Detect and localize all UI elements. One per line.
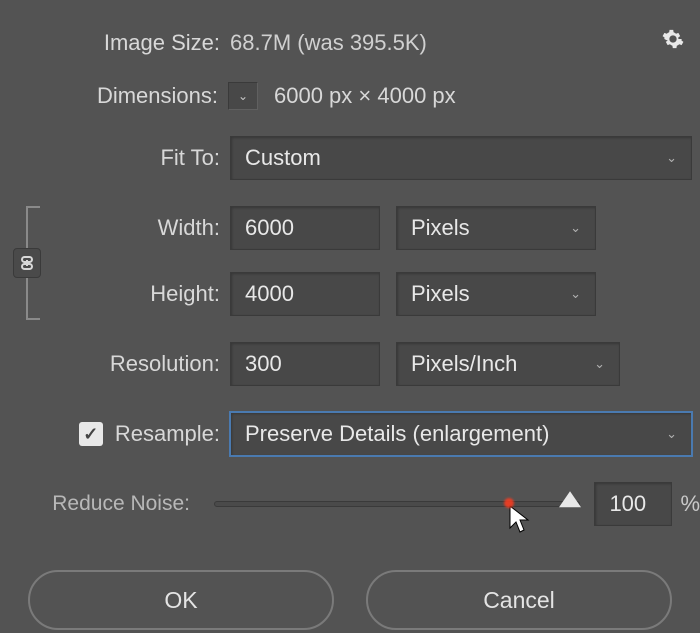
- resolution-unit-dropdown[interactable]: Pixels/Inch ⌄: [396, 342, 620, 386]
- width-value: 6000: [245, 215, 294, 241]
- height-field[interactable]: 4000: [230, 272, 380, 316]
- percent-sign: %: [680, 491, 700, 517]
- cancel-label: Cancel: [483, 587, 555, 614]
- resample-checkbox[interactable]: ✓: [79, 422, 103, 446]
- height-value: 4000: [245, 281, 294, 307]
- triangle-thumb-icon[interactable]: [559, 491, 581, 507]
- chevron-down-icon: ⌄: [570, 220, 581, 236]
- height-label: Height:: [65, 281, 230, 307]
- cancel-button[interactable]: Cancel: [366, 570, 672, 630]
- resolution-value: 300: [245, 351, 282, 377]
- constrain-bracket: [26, 206, 40, 320]
- width-label: Width:: [65, 215, 230, 241]
- ok-label: OK: [164, 587, 197, 614]
- fit-to-label: Fit To:: [0, 145, 230, 171]
- chevron-down-icon: ⌄: [594, 356, 605, 372]
- reduce-noise-slider[interactable]: [214, 501, 580, 507]
- resolution-field[interactable]: 300: [230, 342, 380, 386]
- width-unit-dropdown[interactable]: Pixels ⌄: [396, 206, 596, 250]
- image-size-label: Image Size:: [0, 30, 230, 56]
- image-size-value: 68.7M (was 395.5K): [230, 30, 427, 56]
- width-unit-value: Pixels: [411, 215, 470, 241]
- chevron-down-icon: ⌄: [570, 286, 581, 302]
- reduce-noise-field[interactable]: 100: [594, 482, 672, 526]
- height-unit-value: Pixels: [411, 281, 470, 307]
- reduce-noise-value: 100: [609, 491, 646, 517]
- ok-button[interactable]: OK: [28, 570, 334, 630]
- fit-to-value: Custom: [245, 145, 321, 171]
- resolution-unit-value: Pixels/Inch: [411, 351, 517, 377]
- height-unit-dropdown[interactable]: Pixels ⌄: [396, 272, 596, 316]
- settings-gear-icon[interactable]: [662, 28, 684, 56]
- chevron-down-icon: ⌄: [666, 150, 677, 166]
- constrain-proportions-icon[interactable]: [13, 248, 41, 278]
- resolution-label: Resolution:: [0, 351, 230, 377]
- dimensions-unit-dropdown[interactable]: ⌄: [228, 82, 258, 110]
- reduce-noise-label: Reduce Noise:: [0, 492, 200, 516]
- resample-method-value: Preserve Details (enlargement): [245, 421, 549, 447]
- dimensions-value: 6000 px × 4000 px: [274, 83, 456, 109]
- resample-method-dropdown[interactable]: Preserve Details (enlargement) ⌄: [230, 412, 692, 456]
- chevron-down-icon: ⌄: [238, 89, 248, 103]
- resample-label: Resample:: [115, 421, 220, 447]
- chevron-down-icon: ⌄: [666, 426, 677, 442]
- dimensions-label: Dimensions:: [0, 83, 228, 109]
- fit-to-dropdown[interactable]: Custom ⌄: [230, 136, 692, 180]
- checkmark-icon: ✓: [83, 424, 98, 445]
- width-field[interactable]: 6000: [230, 206, 380, 250]
